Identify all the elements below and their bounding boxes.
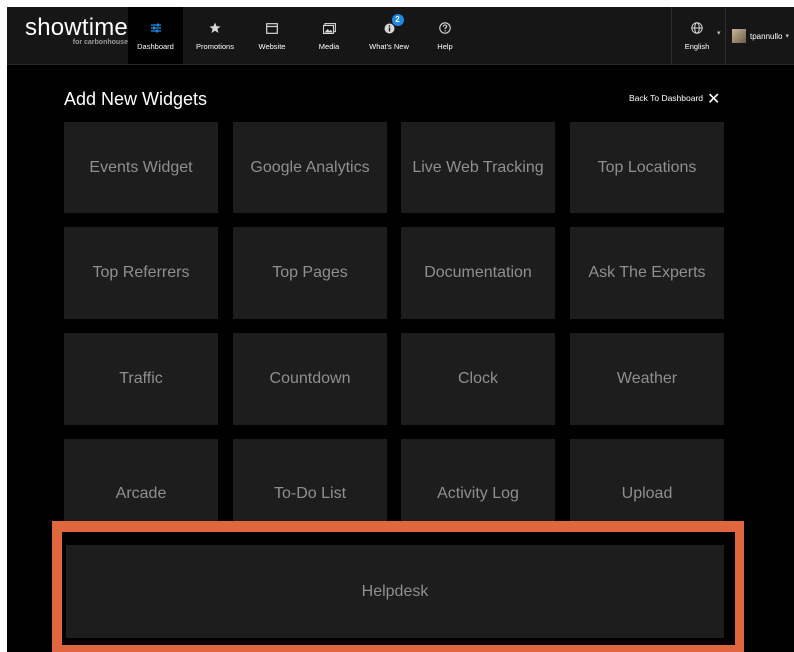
nav-website-label: Website — [258, 42, 286, 51]
username: tpannullo — [750, 31, 783, 41]
widget-tile-weather[interactable]: Weather — [570, 333, 724, 425]
nav-dashboard[interactable]: Dashboard — [128, 7, 183, 64]
user-menu[interactable]: tpannullo ▾ — [732, 29, 789, 43]
nav-divider — [671, 7, 672, 64]
widget-tile-top-referrers[interactable]: Top Referrers — [64, 227, 218, 319]
widget-tile-events[interactable]: Events Widget — [64, 122, 218, 213]
language-label: English — [684, 42, 710, 51]
widget-tile-countdown[interactable]: Countdown — [233, 333, 387, 425]
language-caret-icon[interactable]: ▾ — [717, 29, 721, 37]
browser-window-icon — [266, 20, 278, 36]
widget-tile-top-locations[interactable]: Top Locations — [570, 122, 724, 213]
nav-help-label: Help — [437, 42, 453, 51]
widget-tile-arcade[interactable]: Arcade — [64, 439, 218, 529]
close-icon[interactable]: ✕ — [707, 89, 720, 109]
avatar — [732, 29, 746, 43]
nav-promotions[interactable]: Promotions — [190, 7, 240, 64]
nav-help[interactable]: Help — [430, 7, 460, 64]
widget-tile-top-pages[interactable]: Top Pages — [233, 227, 387, 319]
widget-tile-live-web-tracking[interactable]: Live Web Tracking — [401, 122, 555, 213]
widget-tile-helpdesk[interactable]: Helpdesk — [66, 545, 724, 638]
user-caret-icon: ▾ — [785, 33, 789, 40]
widget-tile-traffic[interactable]: Traffic — [64, 333, 218, 425]
image-gallery-icon — [322, 20, 336, 36]
info-icon: 2 — [384, 14, 404, 36]
help-question-icon — [439, 20, 451, 36]
widget-tile-ask-the-experts[interactable]: Ask The Experts — [570, 227, 724, 319]
language-selector[interactable]: English — [679, 7, 715, 64]
nav-media[interactable]: Media — [309, 7, 349, 64]
nav-media-label: Media — [318, 42, 340, 51]
nav-promotions-label: Promotions — [196, 42, 234, 51]
notification-badge: 2 — [391, 14, 404, 26]
nav-whats-new-label: What's New — [369, 42, 409, 51]
back-to-dashboard-link[interactable]: Back To Dashboard — [629, 93, 703, 103]
widget-tile-todo-list[interactable]: To-Do List — [233, 439, 387, 529]
nav-website[interactable]: Website — [251, 7, 293, 64]
app-window: showtime for carbonhouse Dashboard Promo… — [7, 7, 794, 652]
nav-whats-new[interactable]: 2 What's New — [365, 7, 413, 64]
nav-divider — [725, 7, 726, 64]
brand-name: showtime — [25, 14, 128, 41]
sliders-icon — [150, 20, 162, 36]
globe-icon — [691, 20, 703, 36]
star-icon — [209, 20, 221, 36]
widget-tile-activity-log[interactable]: Activity Log — [401, 439, 555, 529]
widget-tile-documentation[interactable]: Documentation — [401, 227, 555, 319]
top-navigation-bar: showtime for carbonhouse Dashboard Promo… — [7, 7, 794, 65]
widget-tile-google-analytics[interactable]: Google Analytics — [233, 122, 387, 213]
widget-tile-clock[interactable]: Clock — [401, 333, 555, 425]
widget-tile-upload[interactable]: Upload — [570, 439, 724, 529]
page-title: Add New Widgets — [64, 89, 208, 109]
nav-dashboard-label: Dashboard — [137, 42, 174, 51]
brand-logo[interactable]: showtime for carbonhouse — [25, 14, 128, 47]
